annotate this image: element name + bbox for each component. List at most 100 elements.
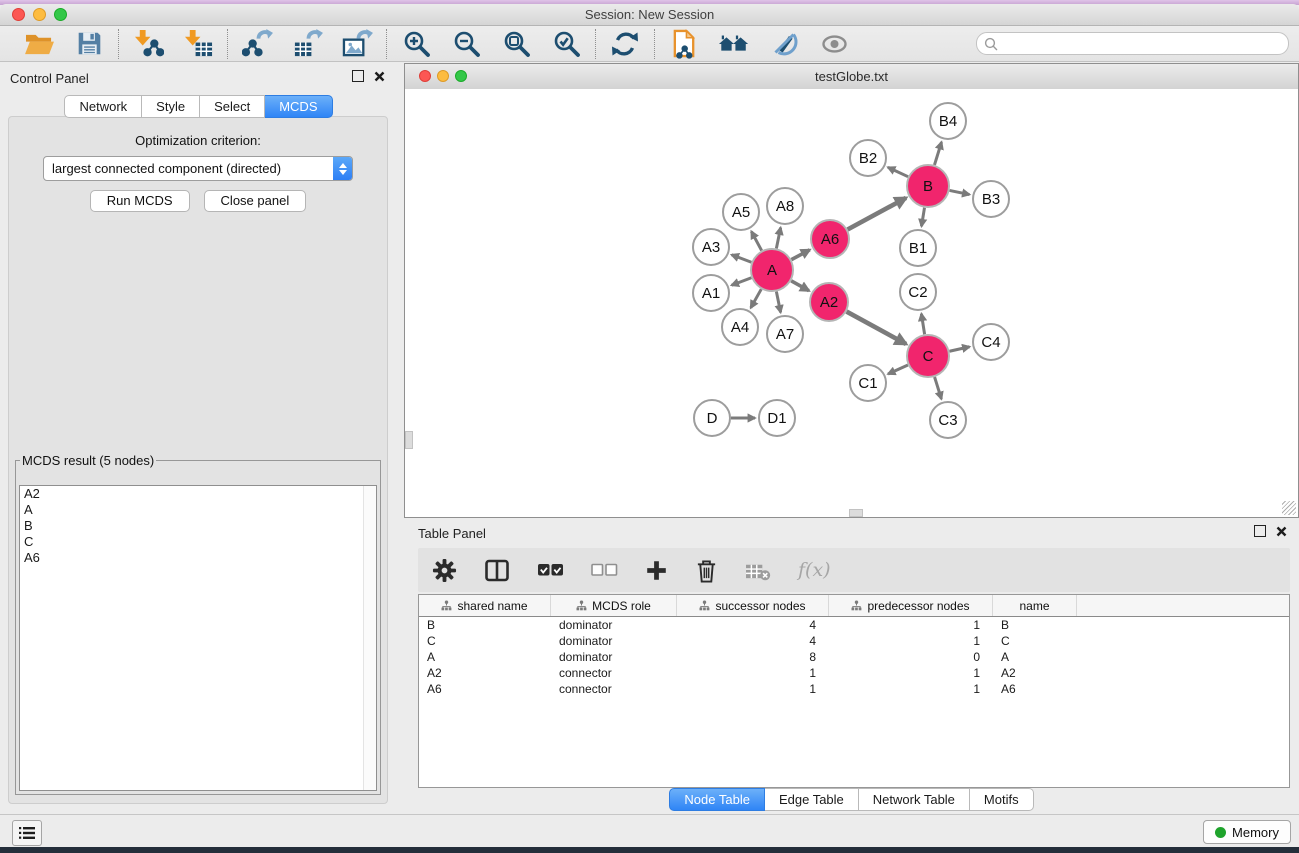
split-panel-icon[interactable]	[484, 558, 510, 583]
table-cell: A6	[993, 681, 1077, 697]
criterion-dropdown[interactable]: largest connected component (directed)	[43, 156, 353, 181]
table-tab-node-table[interactable]: Node Table	[669, 788, 765, 811]
column-header-shared-name[interactable]: shared name	[419, 595, 551, 616]
export-table-icon[interactable]	[291, 29, 323, 59]
close-panel-button[interactable]: Close panel	[204, 190, 307, 212]
zoom-fit-icon[interactable]	[500, 29, 532, 59]
graph-edge-B-B3[interactable]	[950, 190, 970, 194]
table-tab-motifs[interactable]: Motifs	[970, 788, 1034, 811]
graph-node-label-B1: B1	[909, 240, 927, 257]
search-box[interactable]	[976, 32, 1289, 55]
table-float-panel-icon[interactable]	[1254, 525, 1266, 537]
mcds-result-list: A2ABCA6	[19, 485, 377, 791]
network-canvas[interactable]: AA1A2A3A4A5A6A7A8BB1B2B3B4CC1C2C3C4DD1	[405, 89, 1298, 517]
table-cell: dominator	[551, 649, 677, 665]
import-network-icon[interactable]	[132, 29, 164, 59]
graph-edge-B-B1[interactable]	[922, 208, 925, 227]
tab-network[interactable]: Network	[64, 95, 142, 118]
graph-node-label-C: C	[923, 348, 934, 365]
zoom-out-icon[interactable]	[450, 29, 482, 59]
graph-node-label-A3: A3	[702, 239, 720, 256]
graph-edge-A2-C[interactable]	[847, 312, 906, 344]
table-tab-edge-table[interactable]: Edge Table	[765, 788, 859, 811]
result-scrollbar[interactable]	[363, 486, 376, 790]
graph-node-label-A4: A4	[731, 319, 749, 336]
tab-mcds[interactable]: MCDS	[265, 95, 332, 118]
settings-gear-icon[interactable]	[432, 558, 457, 583]
column-header-predecessor-nodes[interactable]: predecessor nodes	[829, 595, 993, 616]
graph-edge-A-A3[interactable]	[732, 255, 752, 262]
table-cell: B	[993, 617, 1077, 633]
home-icon[interactable]	[718, 29, 750, 59]
delete-row-icon[interactable]	[695, 558, 718, 583]
graph-node-label-A6: A6	[821, 231, 839, 248]
result-list-item[interactable]: A	[20, 502, 376, 518]
add-row-icon[interactable]	[645, 559, 668, 582]
open-file-icon[interactable]	[23, 29, 55, 59]
graph-edge-A-A2[interactable]	[791, 281, 809, 291]
app-titlebar: Session: New Session	[0, 4, 1299, 26]
column-header-mcds-role[interactable]: MCDS role	[551, 595, 677, 616]
run-mcds-button[interactable]: Run MCDS	[90, 190, 190, 212]
graph-edge-C-C3[interactable]	[935, 377, 942, 399]
table-row[interactable]: A6connector11A6	[419, 681, 1289, 697]
network-from-file-icon[interactable]	[668, 29, 700, 59]
graph-edge-A-A1[interactable]	[732, 278, 752, 285]
zoom-in-icon[interactable]	[400, 29, 432, 59]
export-network-icon[interactable]	[241, 29, 273, 59]
result-list-item[interactable]: A2	[20, 486, 376, 502]
hide-labels-icon[interactable]	[768, 29, 800, 59]
graph-edge-B-B4[interactable]	[934, 142, 941, 165]
network-vertical-scrollbar[interactable]	[405, 431, 413, 449]
task-history-button[interactable]	[12, 820, 42, 846]
mcds-result-box: MCDS result (5 nodes) A2ABCA6	[15, 453, 381, 795]
mcds-panel-body: Optimization criterion: largest connecte…	[8, 116, 388, 804]
table-row[interactable]: Cdominator41C	[419, 633, 1289, 649]
table-tab-network-table[interactable]: Network Table	[859, 788, 970, 811]
graph-edge-A6-B[interactable]	[848, 198, 906, 230]
table-row[interactable]: Bdominator41B	[419, 617, 1289, 633]
zoom-selected-icon[interactable]	[550, 29, 582, 59]
tab-style[interactable]: Style	[142, 95, 200, 118]
select-all-icon[interactable]	[537, 561, 564, 579]
graph-edge-A-A7[interactable]	[776, 292, 780, 313]
deselect-all-icon[interactable]	[591, 561, 618, 579]
graph-edge-A-A8[interactable]	[776, 228, 780, 249]
import-table-icon[interactable]	[182, 29, 214, 59]
graph-edge-B-B2[interactable]	[888, 167, 908, 176]
column-header-name[interactable]: name	[993, 595, 1077, 616]
shared-column-icon	[699, 600, 710, 611]
column-header-successor-nodes[interactable]: successor nodes	[677, 595, 829, 616]
table-row[interactable]: Adominator80A	[419, 649, 1289, 665]
float-panel-icon[interactable]	[352, 70, 364, 82]
graph-edge-C-C4[interactable]	[949, 347, 969, 351]
network-window-title: testGlobe.txt	[405, 69, 1298, 84]
refresh-icon[interactable]	[609, 29, 641, 59]
graph-edge-A-A5[interactable]	[751, 231, 761, 250]
graph-node-label-B: B	[923, 178, 933, 195]
search-input[interactable]	[1002, 36, 1281, 52]
network-horizontal-scrollbar[interactable]	[849, 509, 863, 517]
graph-edge-C-C2[interactable]	[921, 314, 924, 335]
result-list-item[interactable]: A6	[20, 550, 376, 566]
graph-edge-A-A6[interactable]	[791, 250, 809, 260]
table-cell: A2	[993, 665, 1077, 681]
graph-node-label-C4: C4	[981, 334, 1000, 351]
graph-edge-C-C1[interactable]	[888, 365, 908, 374]
window-title: Session: New Session	[0, 7, 1299, 22]
close-panel-icon[interactable]	[374, 71, 385, 82]
save-session-icon[interactable]	[73, 29, 105, 59]
table-row[interactable]: A2connector11A2	[419, 665, 1289, 681]
network-window-titlebar: testGlobe.txt	[405, 64, 1298, 90]
export-image-icon[interactable]	[341, 29, 373, 59]
window-resize-grip[interactable]	[1282, 501, 1296, 515]
graph-edge-A-A4[interactable]	[751, 289, 761, 308]
table-close-panel-icon[interactable]	[1276, 526, 1287, 537]
result-list-item[interactable]: B	[20, 518, 376, 534]
tab-select[interactable]: Select	[200, 95, 265, 118]
table-cell: 1	[829, 681, 993, 697]
result-list-item[interactable]: C	[20, 534, 376, 550]
graph-node-label-A5: A5	[732, 204, 750, 221]
show-details-icon[interactable]	[818, 29, 850, 59]
memory-button[interactable]: Memory	[1203, 820, 1291, 844]
